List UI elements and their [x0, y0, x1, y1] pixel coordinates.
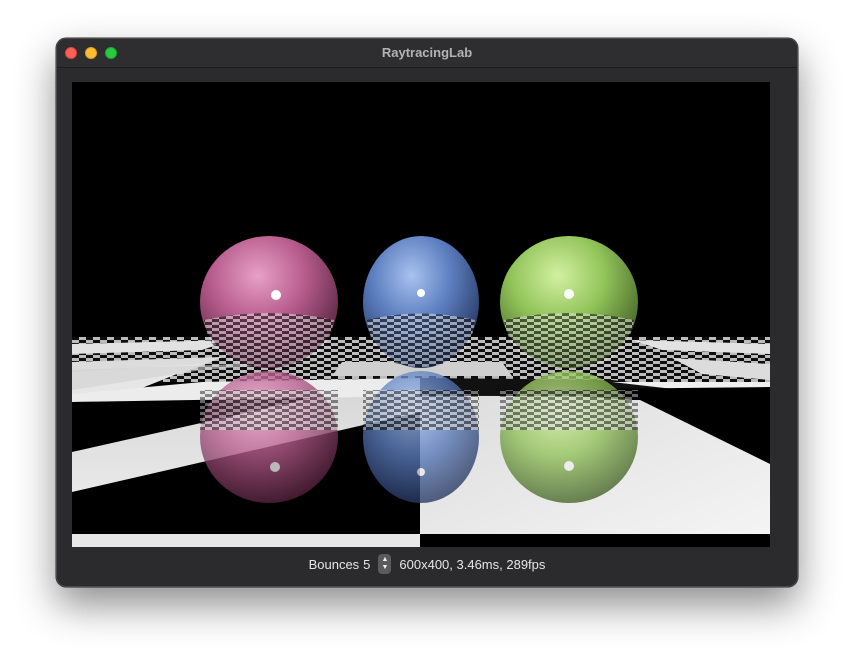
chevron-up-icon[interactable]: ▲	[381, 556, 388, 564]
bounces-value: 5	[363, 556, 371, 572]
sphere-reflections	[200, 371, 638, 503]
raytraced-scene	[72, 82, 770, 547]
bounces-label: Bounces	[308, 556, 360, 572]
window-title: RaytracingLab	[381, 45, 473, 60]
sphere-pink	[200, 236, 338, 368]
app-window: RaytracingLab Bounces 5 ▲ ▼ 600x400, 3.4…	[56, 38, 798, 587]
title-bar[interactable]: RaytracingLab	[57, 39, 797, 68]
chevron-down-icon[interactable]: ▼	[381, 564, 388, 572]
bounces-stepper[interactable]: ▲ ▼	[378, 554, 392, 574]
render-stats: 600x400, 3.46ms, 289fps	[399, 556, 546, 572]
sphere-blue	[363, 236, 479, 368]
status-bar: Bounces 5 ▲ ▼ 600x400, 3.46ms, 289fps	[57, 551, 797, 577]
sphere-green	[500, 236, 638, 368]
render-viewport[interactable]	[72, 82, 770, 547]
